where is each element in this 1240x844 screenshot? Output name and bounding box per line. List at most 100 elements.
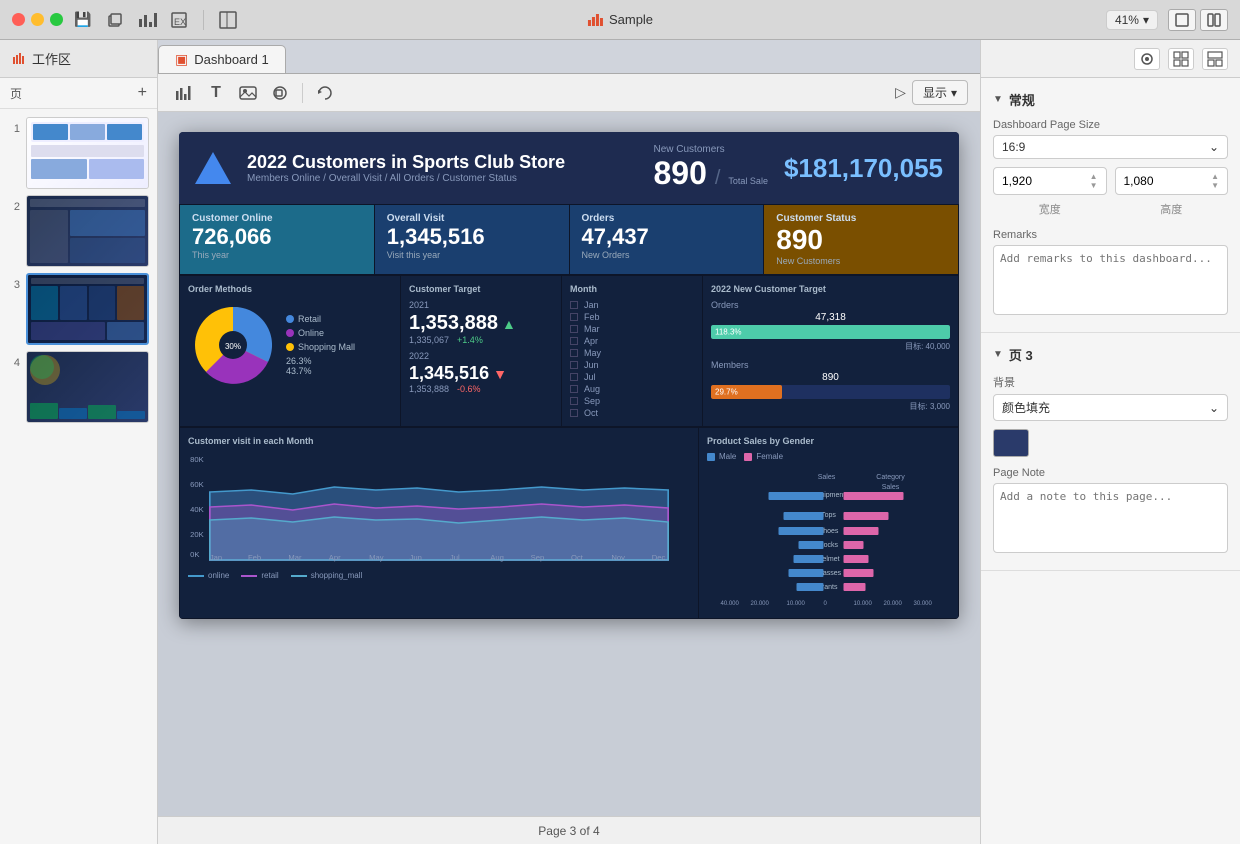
view-single-icon[interactable] <box>1168 9 1196 31</box>
customer-target-chart: Customer Target 2021 1,353,888 ▲ 1,335,0… <box>401 276 561 426</box>
properties-icon[interactable] <box>1134 48 1160 70</box>
color-swatch[interactable] <box>993 429 1029 457</box>
svg-text:Sep: Sep <box>531 553 545 562</box>
right-panel-toolbar <box>981 40 1240 78</box>
svg-text:0: 0 <box>824 601 828 605</box>
svg-text:Feb: Feb <box>248 553 261 562</box>
kpi-orders: Orders 47,437 New Orders <box>570 205 764 274</box>
dashboard-subtitle: Members Online / Overall Visit / All Ord… <box>247 173 637 184</box>
chevron-down-icon: ▾ <box>1143 13 1149 27</box>
page-note-textarea[interactable] <box>993 483 1228 553</box>
maximize-button[interactable] <box>50 13 63 26</box>
svg-text:Oct: Oct <box>571 553 583 562</box>
insert-chart-button[interactable] <box>170 80 198 106</box>
view-split-icon[interactable] <box>1200 9 1228 31</box>
remarks-textarea[interactable] <box>993 245 1228 315</box>
insert-image-button[interactable] <box>234 80 262 106</box>
dashboard-title: 2022 Customers in Sports Club Store <box>247 152 637 173</box>
app-title-area: Sample <box>587 12 653 28</box>
svg-text:Category: Category <box>876 474 905 481</box>
minimize-button[interactable] <box>31 13 44 26</box>
right-panel: ▼ 常规 Dashboard Page Size 16:9 ⌄ 1,920 ▲ … <box>980 40 1240 844</box>
svg-text:20,000: 20,000 <box>751 601 770 605</box>
refresh-button[interactable] <box>311 80 339 106</box>
collapse-icon-2: ▼ <box>993 349 1003 360</box>
traffic-lights <box>12 13 63 26</box>
chart-icon[interactable] <box>135 8 159 32</box>
month-selector: Month Jan Feb Mar Apr May Jun Jul Aug Se… <box>562 276 702 426</box>
panel-section-page3: ▼ 页 3 背景 颜色填充 ⌄ Page Note <box>981 333 1240 571</box>
page3-section-header[interactable]: ▼ 页 3 <box>993 345 1228 364</box>
area-chart: Customer visit in each Month 80K 60K 40K… <box>180 428 698 618</box>
general-section-header[interactable]: ▼ 常规 <box>993 90 1228 109</box>
display-button[interactable]: 显示 ▾ <box>912 80 968 105</box>
svg-text:80K: 80K <box>190 455 204 464</box>
kpi-row: Customer Online 726,066 This year Overal… <box>179 204 959 275</box>
svg-text:Sales: Sales <box>882 484 900 491</box>
export-icon[interactable]: EX <box>167 8 191 32</box>
tab-icon: ▣ <box>175 51 188 68</box>
dashboard-tab[interactable]: ▣ Dashboard 1 <box>158 45 286 73</box>
general-label: 常规 <box>1009 90 1035 109</box>
svg-text:May: May <box>369 553 384 562</box>
close-button[interactable] <box>12 13 25 26</box>
duplicate-icon[interactable] <box>103 8 127 32</box>
tab-bar: ▣ Dashboard 1 <box>158 40 980 74</box>
svg-text:0K: 0K <box>190 550 199 559</box>
zoom-control[interactable]: 41% ▾ <box>1106 10 1158 30</box>
page-thumb-2[interactable]: 2 <box>8 195 149 267</box>
height-input[interactable]: 1,080 ▲ ▼ <box>1115 167 1229 195</box>
status-bar: Page 3 of 4 <box>158 816 980 844</box>
insert-shape-button[interactable] <box>266 80 294 106</box>
page-thumb-4[interactable]: 4 <box>8 351 149 423</box>
product-sales-chart: Product Sales by Gender Male Female Sale <box>699 428 958 618</box>
left-sidebar: 工作区 页 + 1 <box>0 40 158 844</box>
order-methods-chart: Order Methods 30% <box>180 276 400 426</box>
svg-text:Jun: Jun <box>410 553 422 562</box>
sidebar-header: 工作区 <box>0 40 157 78</box>
toolbar-right: ▷ 显示 ▾ <box>895 80 968 105</box>
tab-label: Dashboard 1 <box>194 52 268 67</box>
save-icon[interactable]: 💾 <box>71 8 95 32</box>
svg-text:60K: 60K <box>190 480 204 489</box>
kpi-customer-online: Customer Online 726,066 This year <box>180 205 374 274</box>
svg-text:Mar: Mar <box>288 553 302 562</box>
svg-text:20K: 20K <box>190 530 204 539</box>
page-size-select[interactable]: 16:9 ⌄ <box>993 135 1228 159</box>
svg-text:10,000: 10,000 <box>854 601 873 605</box>
titlebar: 💾 EX Sample 41% ▾ <box>0 0 1240 40</box>
canvas-area[interactable]: 2022 Customers in Sports Club Store Memb… <box>158 112 980 816</box>
svg-text:Dec: Dec <box>652 553 666 562</box>
svg-text:EX: EX <box>174 17 186 27</box>
edit-toolbar: T ▷ 显示 ▾ <box>158 74 980 112</box>
svg-text:30%: 30% <box>225 342 241 351</box>
page-thumb-1[interactable]: 1 <box>8 117 149 189</box>
svg-text:Jul: Jul <box>450 553 460 562</box>
svg-text:Apr: Apr <box>329 553 341 562</box>
background-select[interactable]: 颜色填充 ⌄ <box>993 394 1228 421</box>
svg-text:40K: 40K <box>190 505 204 514</box>
view-toggle <box>1168 9 1228 31</box>
titlebar-left: 💾 EX <box>12 8 240 32</box>
page-thumb-3[interactable]: 3 <box>8 273 149 345</box>
panel-section-general: ▼ 常规 Dashboard Page Size 16:9 ⌄ 1,920 ▲ … <box>981 78 1240 333</box>
dashboard-preview: 2022 Customers in Sports Club Store Memb… <box>179 132 959 619</box>
width-input[interactable]: 1,920 ▲ ▼ <box>993 167 1107 195</box>
layout-grid-icon[interactable] <box>1202 48 1228 70</box>
dashboard-header: 2022 Customers in Sports Club Store Memb… <box>179 132 959 204</box>
page-thumbnails: 1 <box>0 109 157 844</box>
sidebar-title: 工作区 <box>32 49 71 68</box>
pages-label: 页 <box>10 85 22 102</box>
layout-icon[interactable] <box>216 8 240 32</box>
svg-text:Aug: Aug <box>490 553 504 562</box>
svg-text:Nov: Nov <box>611 553 625 562</box>
svg-text:20,000: 20,000 <box>884 601 903 605</box>
page3-label: 页 3 <box>1009 345 1033 364</box>
svg-text:40,000: 40,000 <box>721 601 740 605</box>
add-page-button[interactable]: + <box>138 84 147 102</box>
main-area: 工作区 页 + 1 <box>0 40 1240 844</box>
svg-text:10,000: 10,000 <box>787 601 806 605</box>
kpi-customer-status: Customer Status 890 New Customers <box>764 205 958 274</box>
insert-text-button[interactable]: T <box>202 80 230 106</box>
grid-icon[interactable] <box>1168 48 1194 70</box>
